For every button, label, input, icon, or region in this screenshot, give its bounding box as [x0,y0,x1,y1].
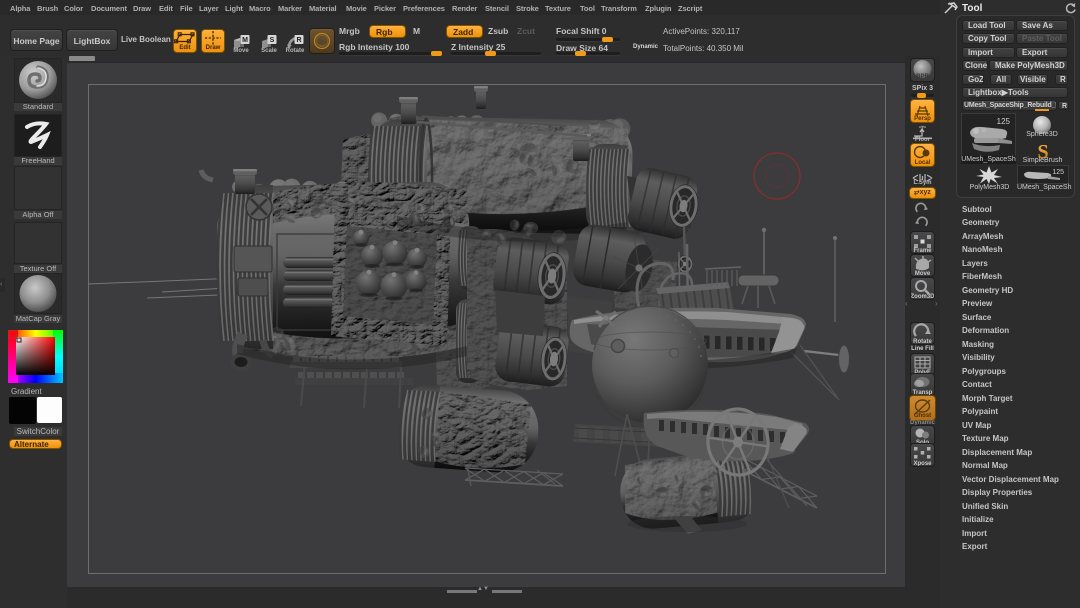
svg-text:Ghost: Ghost [914,413,931,419]
svg-text:Rotate: Rotate [913,339,932,344]
svg-text:Move: Move [915,271,931,276]
svg-text:BPR: BPR [916,74,929,80]
svg-text:Zoom3D: Zoom3D [911,294,934,299]
svg-text:S: S [270,37,275,44]
svg-text:125: 125 [1052,169,1064,176]
svg-text:Persp: Persp [914,116,931,122]
svg-text:M: M [242,37,248,44]
svg-text:Local: Local [915,160,931,166]
svg-text:125: 125 [997,117,1011,126]
svg-text:Xpose: Xpose [913,461,932,466]
svg-text:Frame: Frame [913,248,932,253]
svg-text:R: R [296,37,301,44]
